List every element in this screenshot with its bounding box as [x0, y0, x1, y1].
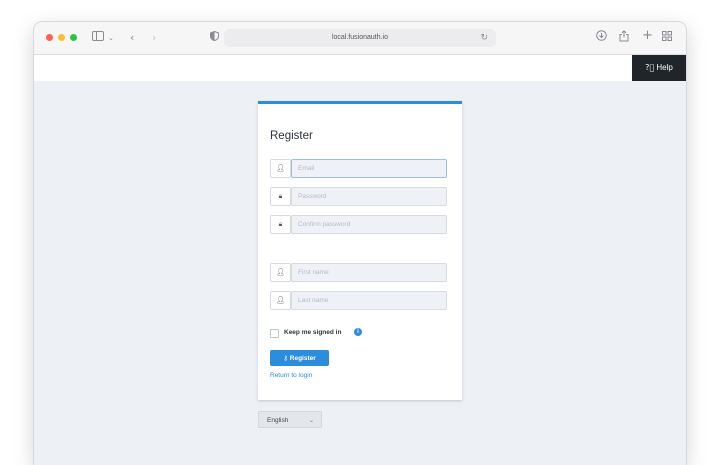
- reload-icon[interactable]: ↻: [480, 29, 488, 47]
- confirm-password-field: 🔒︎: [270, 215, 448, 234]
- return-to-login-link[interactable]: Return to login: [270, 372, 312, 379]
- info-icon[interactable]: i: [354, 328, 362, 336]
- plus-icon[interactable]: +: [642, 28, 653, 44]
- page-title: Register: [270, 130, 313, 142]
- browser-toolbar: ⌄ ‹ › local.fusionauth.io ↻ +: [34, 22, 686, 55]
- user-icon: 👤︎: [270, 291, 291, 310]
- confirm-password-input[interactable]: [291, 215, 447, 234]
- last-name-field: 👤︎: [270, 291, 448, 310]
- browser-window: ⌄ ‹ › local.fusionauth.io ↻ + ?⃝ Help Re…: [34, 22, 686, 465]
- first-name-field: 👤︎: [270, 263, 448, 282]
- download-icon[interactable]: [596, 30, 607, 46]
- chevron-right-icon[interactable]: ›: [152, 30, 156, 46]
- chevron-left-icon[interactable]: ‹: [130, 30, 134, 46]
- app-header: ?⃝ Help: [34, 55, 686, 81]
- question-circle-icon: ?⃝: [645, 63, 655, 72]
- lock-icon: 🔒︎: [270, 187, 291, 206]
- key-icon: ⚷: [283, 354, 288, 362]
- user-icon: 👤︎: [270, 263, 291, 282]
- language-selected: English: [267, 417, 289, 424]
- keep-signed-in-label: Keep me signed in: [284, 329, 342, 336]
- minimize-window-button[interactable]: [58, 34, 65, 41]
- close-window-button[interactable]: [46, 34, 53, 41]
- help-button[interactable]: ?⃝ Help: [632, 55, 686, 81]
- user-icon: 👤︎: [270, 159, 291, 178]
- shield-icon[interactable]: [210, 30, 219, 46]
- grid-icon[interactable]: [662, 30, 672, 46]
- register-panel: Register 👤︎ 🔒︎ 🔒︎ 👤︎ 👤︎ Keep me signed i…: [258, 101, 462, 400]
- keep-signed-in-checkbox[interactable]: [270, 329, 279, 338]
- zoom-window-button[interactable]: [70, 34, 77, 41]
- register-button-label: Register: [289, 355, 316, 362]
- password-field: 🔒︎: [270, 187, 448, 206]
- address-url: local.fusionauth.io: [331, 34, 389, 41]
- last-name-input[interactable]: [291, 291, 447, 310]
- email-field: 👤︎: [270, 159, 448, 178]
- chevron-down-icon[interactable]: ⌄: [108, 30, 114, 46]
- share-icon[interactable]: [619, 30, 629, 47]
- language-select[interactable]: English ⌄: [258, 411, 322, 428]
- sidebar-icon[interactable]: [92, 30, 104, 46]
- chevron-down-icon: ⌄: [308, 417, 314, 424]
- email-input[interactable]: [291, 159, 447, 178]
- register-button[interactable]: ⚷ Register: [270, 350, 329, 366]
- first-name-input[interactable]: [291, 263, 447, 282]
- address-bar[interactable]: local.fusionauth.io ↻: [224, 29, 496, 47]
- lock-icon: 🔒︎: [270, 215, 291, 234]
- password-input[interactable]: [291, 187, 447, 206]
- help-label: Help: [656, 63, 673, 72]
